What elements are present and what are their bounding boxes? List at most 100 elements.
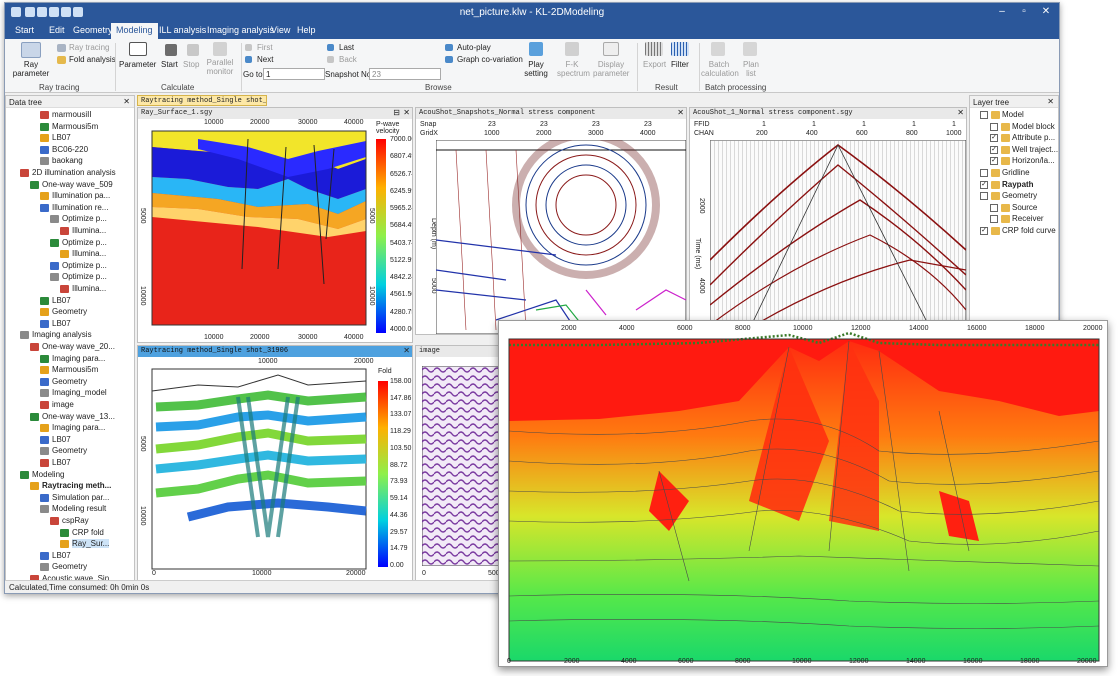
tree-node[interactable]: Marmousi5m [52,365,98,374]
tree-node[interactable]: LB07 [52,133,71,142]
tree-node[interactable]: Modeling [32,470,64,479]
layer-checkbox[interactable] [990,215,998,224]
layer-checkbox[interactable]: ✓ [980,180,988,189]
goto-input[interactable]: 1 [263,68,325,80]
tree-node[interactable]: marmousiII [52,110,92,119]
layer-checkbox[interactable] [980,169,988,177]
layer-node[interactable]: Raypath [1002,180,1034,189]
tree-node[interactable]: Imaging_model [52,388,107,397]
document-tab[interactable]: Raytracing method_Single shot_31906 [137,95,267,106]
menu-modeling[interactable]: Modeling [111,23,158,39]
layer-checkbox[interactable] [990,122,998,131]
pane-close-icon[interactable]: ✕ [403,346,410,355]
pane-close-icon[interactable]: ✕ [957,108,964,117]
tree-node[interactable]: LB07 [52,551,71,560]
tree-node[interactable]: Illumina... [72,226,106,235]
tree-node[interactable]: Imaging analysis [32,330,92,339]
tree-node[interactable]: Optimize p... [62,214,107,223]
tree-node[interactable]: BC06-220 [52,145,88,154]
tree-node[interactable]: LB07 [52,296,71,305]
tree-node[interactable]: Illumination re... [52,203,108,212]
menu-view[interactable]: View [271,25,290,35]
menu-geometry[interactable]: Geometry [73,25,113,35]
close-icon[interactable]: ✕ [1035,6,1057,20]
menu-start[interactable]: Start [15,25,34,35]
layer-node[interactable]: Receiver [1012,214,1044,223]
tree-node[interactable]: baokang [52,156,83,165]
menu-imaging-analysis[interactable]: Imaging analysis [207,25,274,35]
display-parameter-button[interactable]: Display parameter [593,60,629,78]
layer-checkbox[interactable] [980,192,988,201]
first-button[interactable]: First [257,43,273,52]
next-button[interactable]: Next [257,55,273,64]
tree-node[interactable]: Simulation par... [52,493,109,502]
tree-node[interactable]: Geometry [52,307,87,316]
back-button[interactable]: Back [339,55,357,64]
fk-spectrum-button[interactable]: F-K spectrum [557,60,590,78]
export-button[interactable]: Export [643,60,666,69]
tree-node[interactable]: Raytracing meth... [42,481,111,490]
layer-node[interactable]: Model [1002,110,1024,119]
tree-node[interactable]: Modeling result [52,504,106,513]
panel-close-icon[interactable]: ✕ [1047,97,1054,106]
pane-close-icon[interactable]: ✕ [403,108,410,117]
layer-node[interactable]: Attribute p... [1012,133,1055,142]
ray-parameter-button[interactable]: Ray parameter [9,60,53,78]
layer-node[interactable]: Source [1012,203,1037,212]
tree-node[interactable]: Geometry [52,377,87,386]
snapshot-input[interactable]: 23 [369,68,441,80]
tree-node[interactable]: Marmousi5m [52,122,98,131]
fold-analysis-button[interactable]: Fold analysis [69,55,116,64]
parameter-button[interactable]: Parameter [119,60,156,69]
layer-node[interactable]: Well traject... [1012,145,1058,154]
layer-checkbox[interactable] [990,203,998,212]
layer-node[interactable]: Geometry [1002,191,1037,200]
tree-node[interactable]: Illumina... [72,249,106,258]
tree-node[interactable]: Geometry [52,446,87,455]
tree-node[interactable]: CRP fold [72,528,104,537]
layer-checkbox[interactable] [980,111,988,119]
minimize-icon[interactable]: – [991,6,1013,20]
tree-node[interactable]: Imaging para... [52,423,105,432]
tree-node[interactable]: Optimize p... [62,261,107,270]
layer-checkbox[interactable]: ✓ [990,145,998,154]
tree-node[interactable]: Optimize p... [62,238,107,247]
pane-pin-icon[interactable]: ⊟ [393,108,400,117]
layer-checkbox[interactable]: ✓ [980,227,988,235]
pane-close-icon[interactable]: ✕ [677,108,684,117]
tree-node[interactable]: Imaging para... [52,354,105,363]
last-button[interactable]: Last [339,43,354,52]
layer-node[interactable]: Gridline [1002,168,1030,177]
layer-checkbox[interactable]: ✓ [990,134,998,143]
plan-list-button[interactable]: Plan list [741,60,761,78]
tree-node[interactable]: LB07 [52,435,71,444]
layer-node[interactable]: CRP fold curve [1002,226,1056,235]
parallel-monitor-button[interactable]: Parallel monitor [205,58,235,76]
tree-node[interactable]: LB07 [52,458,71,467]
tree-node[interactable]: Ray_Sur... [72,539,110,549]
stop-button[interactable]: Stop [183,60,199,69]
menu-ill-analysis[interactable]: ILL analysis [159,25,206,35]
tree-node[interactable]: Optimize p... [62,272,107,281]
maximize-icon[interactable]: ▫ [1013,6,1035,20]
menu-edit[interactable]: Edit [49,25,65,35]
layer-node[interactable]: Horizon/la... [1012,156,1055,165]
tree-node[interactable]: 2D illumination analysis [32,168,116,177]
tree-node[interactable]: Geometry [52,562,87,571]
panel-close-icon[interactable]: ✕ [123,97,130,106]
graph-covariation-button[interactable]: Graph co-variation [457,55,523,64]
tree-node[interactable]: One-way wave_509 [42,180,113,189]
tree-node[interactable]: One-way wave_13... [42,412,115,421]
tree-node[interactable]: Illumina... [72,284,106,293]
auto-play-button[interactable]: Auto-play [457,43,491,52]
layer-node[interactable]: Model block [1012,122,1055,131]
tree-node[interactable]: LB07 [52,319,71,328]
tree-node[interactable]: One-way wave_20... [42,342,115,351]
layer-checkbox[interactable]: ✓ [990,157,998,166]
tree-node[interactable]: Illumination pa... [52,191,110,200]
menu-help[interactable]: Help [297,25,316,35]
start-button[interactable]: Start [161,60,178,69]
batch-calculation-button[interactable]: Batch calculation [701,60,739,78]
tree-node[interactable]: cspRay [62,516,89,525]
ray-tracing-button[interactable]: Ray tracing [69,43,109,52]
